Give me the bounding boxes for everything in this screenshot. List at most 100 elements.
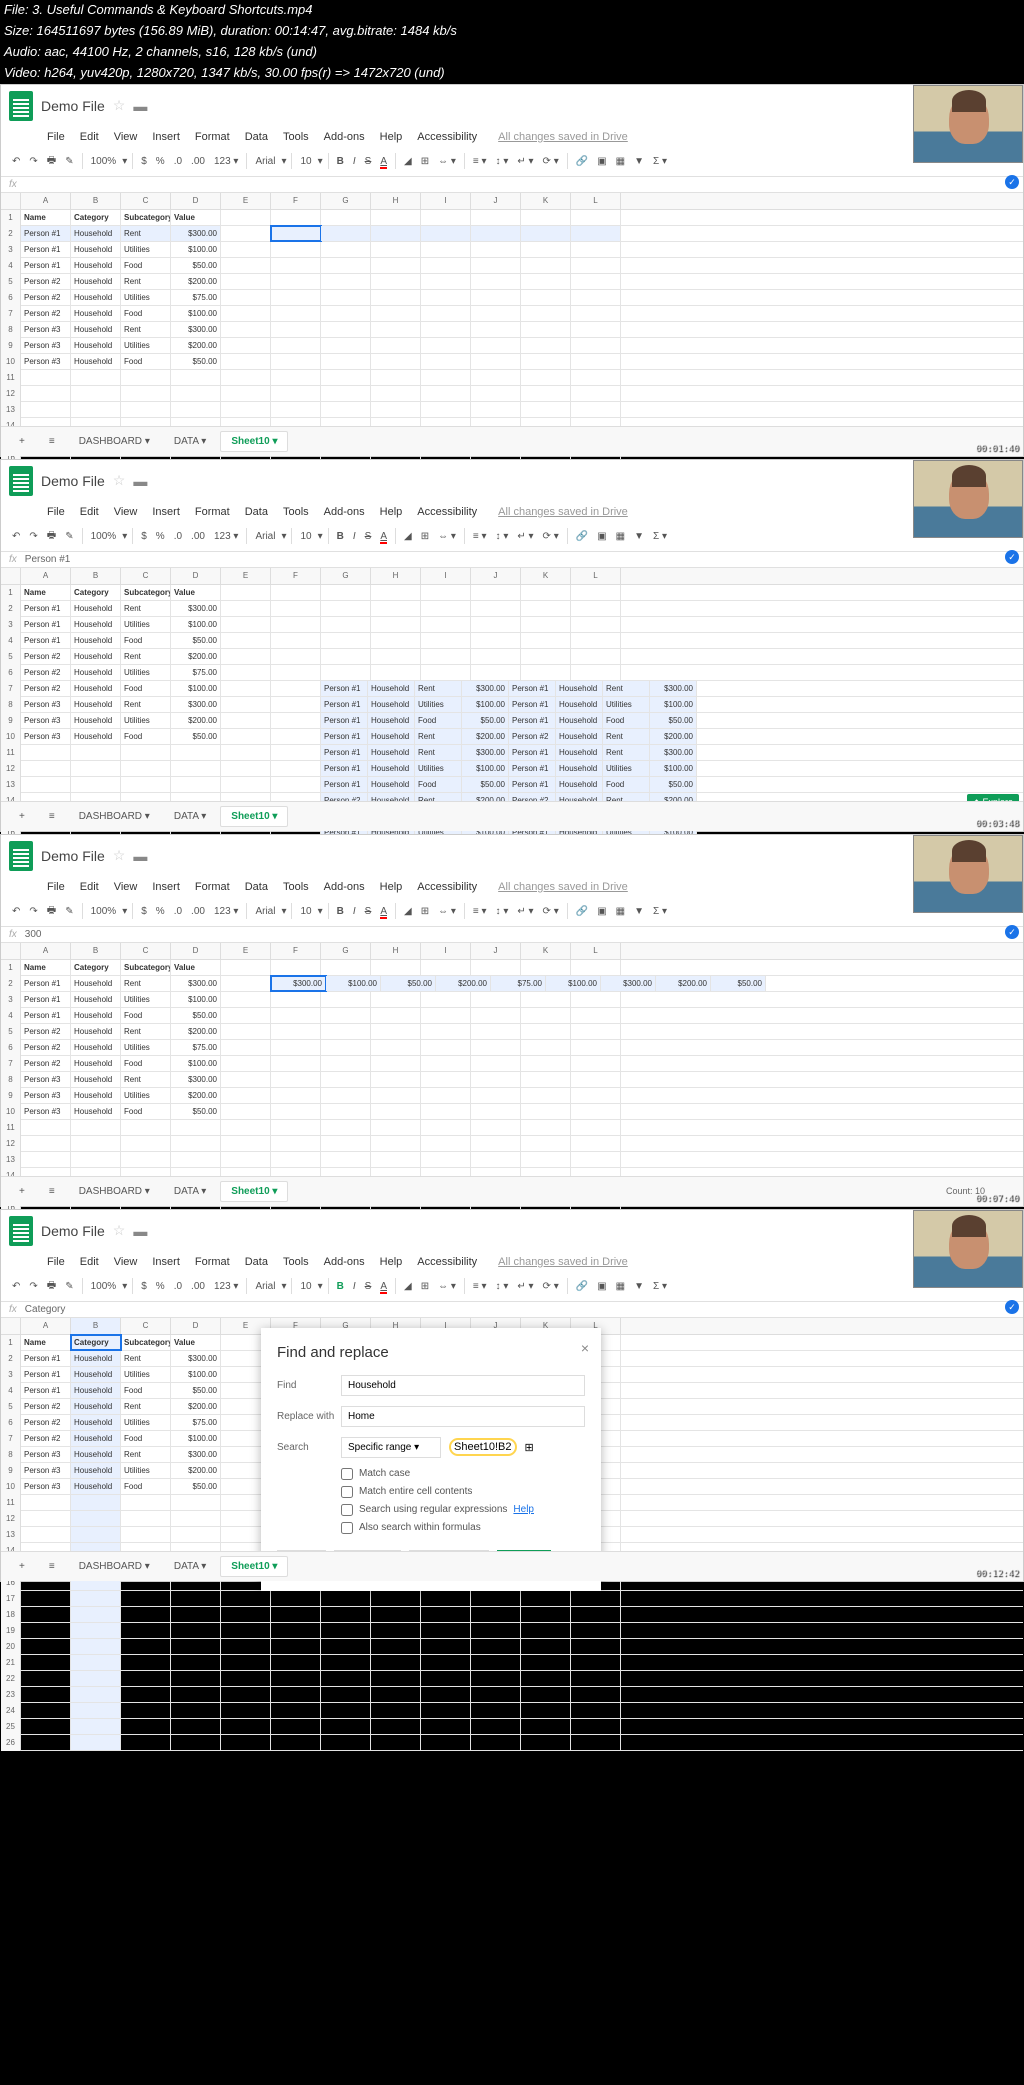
col-header[interactable]: E [221, 943, 271, 959]
cell[interactable] [71, 1703, 121, 1718]
cell[interactable] [571, 1639, 621, 1654]
cell[interactable]: $50.00 [650, 713, 697, 728]
cell[interactable]: Rent [121, 226, 171, 241]
cell[interactable] [521, 1072, 571, 1087]
cell[interactable] [171, 1639, 221, 1654]
cell[interactable] [321, 1104, 371, 1119]
cell[interactable]: $75.00 [171, 290, 221, 305]
undo-icon[interactable]: ↶ [9, 529, 23, 544]
cell[interactable] [21, 386, 71, 401]
tab-data[interactable]: DATA ▾ [164, 807, 216, 826]
cell[interactable] [421, 370, 471, 385]
col-header[interactable]: G [321, 568, 371, 584]
cell[interactable] [221, 1623, 271, 1638]
row-header[interactable]: 2 [1, 601, 21, 617]
cell[interactable] [371, 1040, 421, 1055]
cell[interactable] [271, 601, 321, 616]
col-header[interactable]: I [421, 193, 471, 209]
col-header[interactable]: C [121, 568, 171, 584]
cell[interactable] [321, 210, 371, 225]
cell[interactable] [571, 601, 621, 616]
cell[interactable]: $300.00 [462, 745, 509, 760]
menu-accessibility[interactable]: Accessibility [411, 504, 483, 520]
cell[interactable] [271, 274, 321, 289]
cell[interactable]: Utilities [121, 1367, 171, 1382]
row-header[interactable]: 4 [1, 1008, 21, 1024]
cell[interactable] [71, 777, 121, 792]
folder-icon[interactable]: ▬ [133, 848, 147, 864]
menu-tools[interactable]: Tools [277, 879, 315, 895]
decimal-inc-icon[interactable]: .00 [188, 1279, 208, 1294]
redo-icon[interactable]: ↷ [26, 529, 40, 544]
cell[interactable] [371, 1639, 421, 1654]
menu-edit[interactable]: Edit [74, 504, 105, 520]
decimal-dec-icon[interactable]: .0 [171, 529, 185, 544]
cell[interactable] [521, 242, 571, 257]
cell[interactable]: Household [368, 681, 415, 696]
cell[interactable] [421, 585, 471, 600]
currency-icon[interactable]: $ [138, 1279, 150, 1294]
cell[interactable] [21, 1623, 71, 1638]
col-header[interactable]: K [521, 943, 571, 959]
cell[interactable]: $50.00 [462, 777, 509, 792]
row-header[interactable]: 3 [1, 242, 21, 258]
cell[interactable] [271, 258, 321, 273]
cell[interactable] [521, 274, 571, 289]
cell[interactable] [321, 633, 371, 648]
cell[interactable]: Person #1 [21, 242, 71, 257]
cell[interactable]: Household [71, 1072, 121, 1087]
cell[interactable] [321, 242, 371, 257]
cell[interactable]: Rent [415, 681, 462, 696]
currency-icon[interactable]: $ [138, 904, 150, 919]
row-header[interactable]: 11 [1, 370, 21, 386]
cell[interactable] [521, 1008, 571, 1023]
menu-tools[interactable]: Tools [277, 1254, 315, 1270]
cell[interactable]: Person #2 [21, 665, 71, 680]
row-header[interactable]: 12 [1, 761, 21, 777]
all-sheets-icon[interactable]: ≡ [39, 807, 65, 826]
cell[interactable] [421, 242, 471, 257]
cell[interactable] [571, 1024, 621, 1039]
cell[interactable] [521, 1639, 571, 1654]
cell[interactable]: Household [556, 777, 603, 792]
menu-insert[interactable]: Insert [146, 879, 186, 895]
cell[interactable]: Household [71, 1479, 121, 1494]
cell[interactable]: Food [121, 306, 171, 321]
font-select[interactable]: Arial [252, 1279, 278, 1294]
row-header[interactable]: 6 [1, 1040, 21, 1056]
valign-icon[interactable]: ↕ ▾ [493, 529, 512, 544]
cell[interactable]: Utilities [603, 761, 650, 776]
menu-format[interactable]: Format [189, 879, 236, 895]
undo-icon[interactable]: ↶ [9, 1279, 23, 1294]
cell[interactable]: Household [71, 633, 121, 648]
menu-data[interactable]: Data [239, 1254, 274, 1270]
link-icon[interactable]: 🔗 [573, 154, 591, 169]
cell[interactable]: Person #1 [509, 697, 556, 712]
star-icon[interactable]: ☆ [113, 472, 126, 489]
borders-icon[interactable]: ⊞ [418, 1279, 432, 1294]
cell[interactable] [521, 617, 571, 632]
cell[interactable] [571, 242, 621, 257]
match-case-checkbox[interactable] [341, 1468, 353, 1480]
cell[interactable]: $100.00 [462, 697, 509, 712]
cell[interactable] [371, 992, 421, 1007]
cell[interactable] [71, 1511, 121, 1526]
cell[interactable] [371, 665, 421, 680]
fill-color-icon[interactable]: ◢ [401, 529, 415, 544]
cell[interactable] [321, 1040, 371, 1055]
cell[interactable] [321, 1703, 371, 1718]
cell[interactable] [371, 1735, 421, 1750]
format-123-icon[interactable]: 123 ▾ [211, 154, 241, 169]
halign-icon[interactable]: ≡ ▾ [470, 1279, 490, 1294]
cell[interactable] [321, 1024, 371, 1039]
menu-format[interactable]: Format [189, 129, 236, 145]
cell[interactable] [571, 1623, 621, 1638]
cell[interactable]: Person #2 [21, 1040, 71, 1055]
menu-view[interactable]: View [108, 504, 144, 520]
cell[interactable] [321, 1719, 371, 1734]
cell[interactable]: Person #1 [509, 761, 556, 776]
doc-title[interactable]: Demo File [41, 473, 105, 489]
cell[interactable] [571, 306, 621, 321]
cell[interactable]: Person #2 [21, 274, 71, 289]
cell[interactable]: Rent [603, 729, 650, 744]
